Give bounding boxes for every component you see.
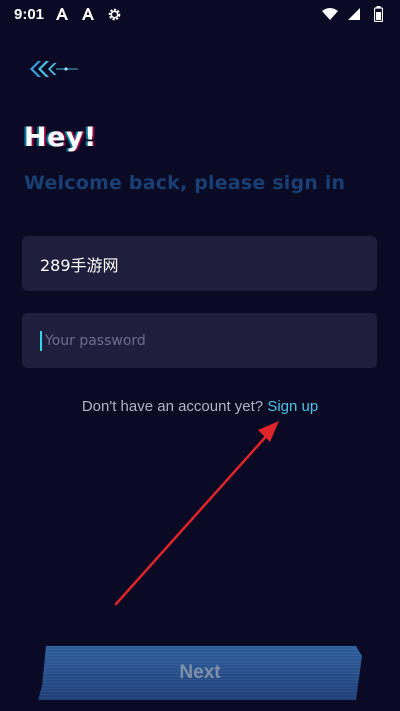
next-button[interactable]: Next [38,646,362,700]
wifi-icon [322,6,338,22]
password-placeholder: Your password [45,332,146,349]
settings-gear-icon [106,6,122,22]
signup-prompt: Don't have an account yet? [81,398,264,415]
battery-icon [370,6,386,22]
signup-link[interactable]: Sign up [267,398,318,415]
font-a-icon [80,6,96,22]
status-bar-right [322,6,386,22]
signup-row: Don't have an account yet? Sign up [0,398,400,415]
next-button-label: Next [179,662,221,683]
signal-icon [346,6,362,22]
back-button[interactable] [26,58,82,84]
font-a-icon [54,6,70,22]
password-field[interactable]: Your password [22,313,377,368]
username-field[interactable]: 289手游网 [22,236,377,291]
welcome-subtitle: Welcome back, please sign in [24,172,346,194]
username-value: 289手游网 [40,255,119,275]
double-chevron-left-icon [26,56,82,87]
status-bar-left: 9:01 [14,6,122,23]
greeting-heading: Hey! [24,122,97,153]
status-bar: 9:01 [0,0,400,28]
status-time: 9:01 [14,5,45,23]
text-cursor [40,330,42,351]
